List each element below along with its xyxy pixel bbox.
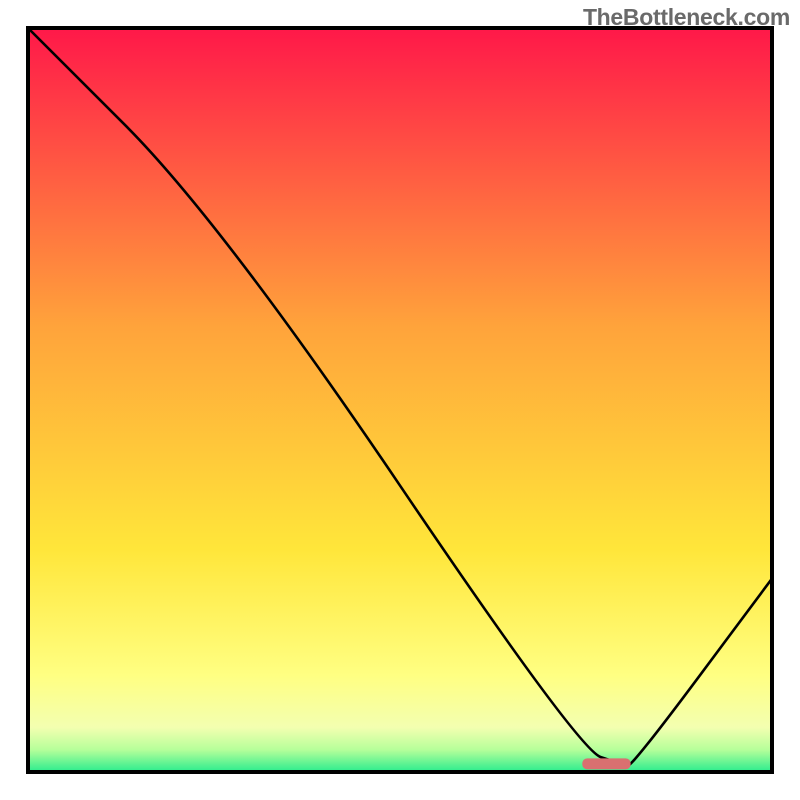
optimal-marker [582,758,630,769]
chart-container: TheBottleneck.com [0,0,800,800]
bottleneck-chart [0,0,800,800]
